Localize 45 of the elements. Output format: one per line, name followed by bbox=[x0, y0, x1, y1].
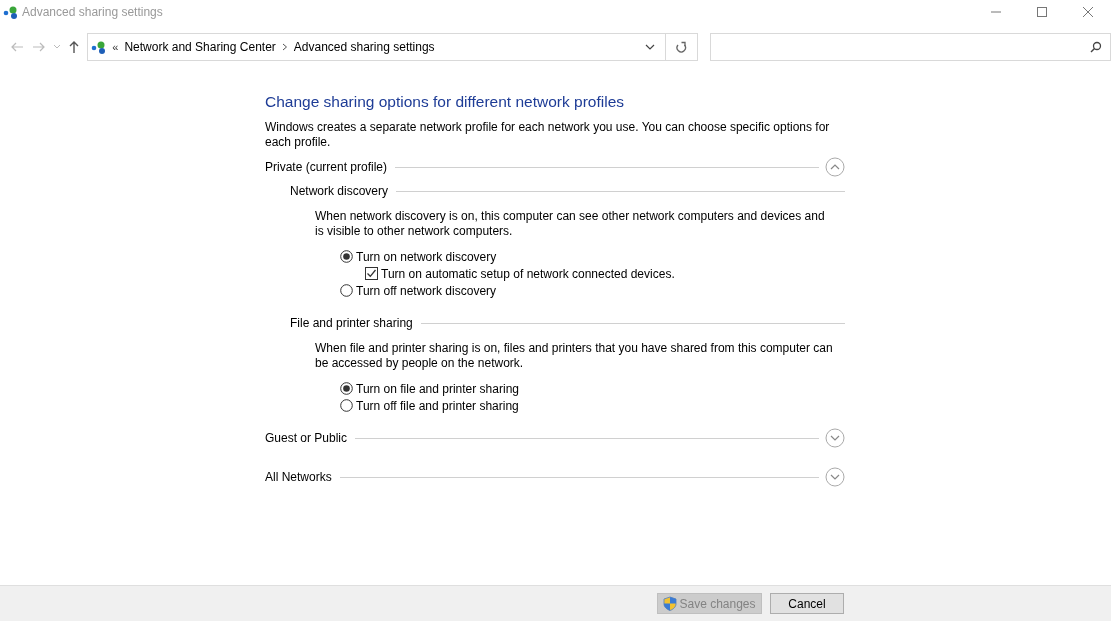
chevron-right-icon bbox=[281, 43, 288, 51]
option-label[interactable]: Turn on automatic setup of network connected devices. bbox=[381, 266, 675, 281]
page-heading: Change sharing options for different network profiles bbox=[265, 92, 625, 112]
radio-button[interactable] bbox=[340, 250, 353, 263]
section-description: When network discovery is on, this computer can see other network computers and devices and is visible to other network computers. bbox=[314, 209, 826, 239]
intro-text: Windows creates a separate network profile for each network you use. You can choose specific options for each profile. bbox=[265, 120, 831, 150]
section-heading: Network discovery bbox=[290, 184, 389, 198]
expand-toggle[interactable] bbox=[825, 467, 845, 487]
option-label[interactable]: Turn on network discovery bbox=[356, 249, 497, 264]
checkbox[interactable] bbox=[365, 267, 378, 280]
search-icon bbox=[1090, 41, 1102, 53]
network-icon bbox=[3, 4, 18, 20]
cancel-button[interactable]: Cancel bbox=[770, 593, 844, 614]
expand-icon bbox=[825, 428, 845, 448]
up-arrow-icon bbox=[68, 40, 81, 54]
refresh-icon bbox=[675, 40, 688, 54]
section-description: When file and printer sharing is on, files and printers that you have shared from this computer can be accessed by people on the network. bbox=[314, 341, 834, 371]
profile-heading[interactable]: Guest or Public bbox=[265, 431, 348, 445]
caret-down-icon bbox=[644, 44, 655, 50]
radio-button[interactable] bbox=[340, 382, 353, 395]
collapse-icon bbox=[825, 157, 845, 177]
back-arrow-icon bbox=[9, 41, 24, 53]
profile-heading[interactable]: Private (current profile) bbox=[265, 160, 388, 174]
forward-arrow-icon bbox=[31, 41, 46, 53]
caret-icon bbox=[52, 44, 61, 50]
window-title: Advanced sharing settings bbox=[22, 5, 164, 19]
section-heading: File and printer sharing bbox=[290, 316, 413, 330]
overflow-chevron[interactable]: « bbox=[112, 41, 119, 53]
address-bar[interactable]: « Network and Sharing Center Advanced sharing settings bbox=[87, 33, 666, 61]
refresh-button[interactable] bbox=[665, 33, 698, 61]
profile-heading[interactable]: All Networks bbox=[265, 470, 332, 484]
close-icon bbox=[1082, 6, 1094, 18]
breadcrumb[interactable]: Network and Sharing Center bbox=[124, 40, 276, 54]
maximize-icon bbox=[1036, 6, 1048, 18]
expand-toggle[interactable] bbox=[825, 157, 845, 177]
radio-button[interactable] bbox=[340, 284, 353, 297]
radio-button[interactable] bbox=[340, 399, 353, 412]
network-icon bbox=[91, 39, 107, 55]
expand-toggle[interactable] bbox=[825, 428, 845, 448]
breadcrumb[interactable]: Advanced sharing settings bbox=[293, 40, 435, 54]
search-field[interactable] bbox=[709, 33, 1111, 61]
expand-icon bbox=[825, 467, 845, 487]
option-label[interactable]: Turn off network discovery bbox=[356, 283, 497, 298]
option-label[interactable]: Turn off file and printer sharing bbox=[356, 398, 519, 413]
option-label[interactable]: Turn on file and printer sharing bbox=[356, 381, 519, 396]
